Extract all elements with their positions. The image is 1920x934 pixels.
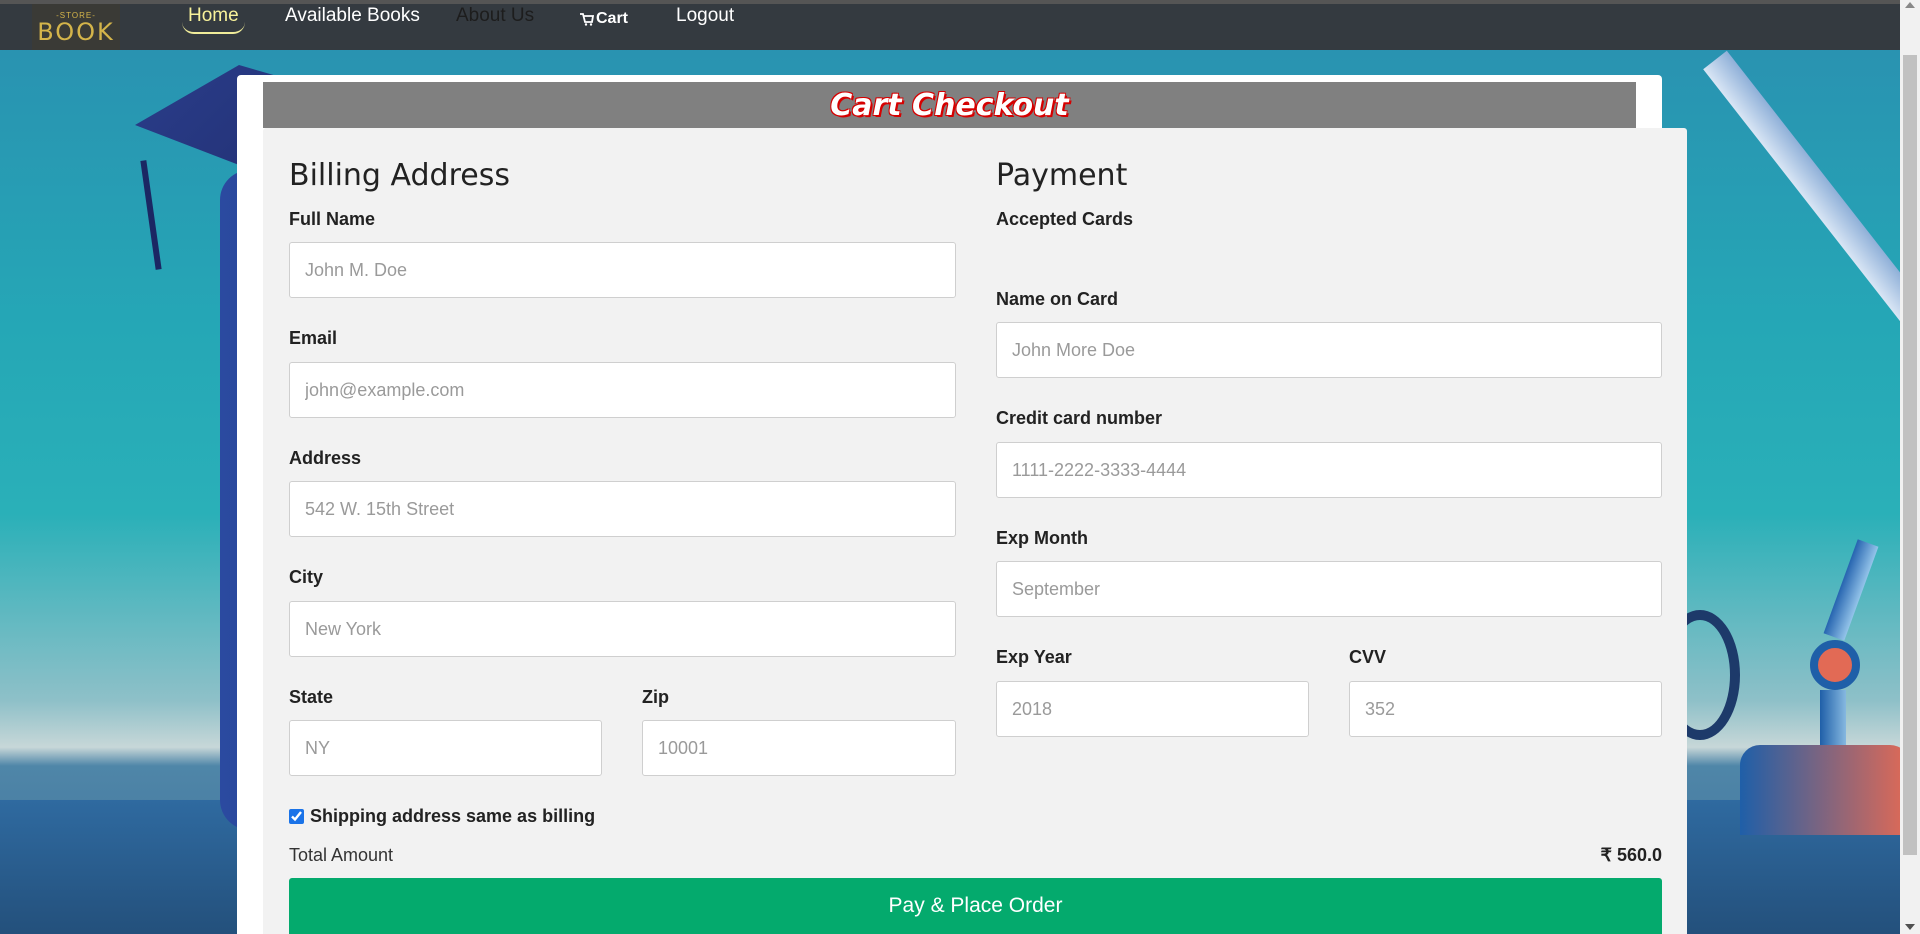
card-number-label: Credit card number [996,408,1163,428]
name-on-card-label: Name on Card [996,289,1119,309]
cvv-label: CVV [1349,647,1387,667]
cart-icon [580,12,594,26]
pay-place-order-button[interactable]: Pay & Place Order [289,878,1662,934]
page-title: Cart Checkout [830,87,1069,123]
shipping-same-checkbox[interactable] [289,809,304,824]
state-label: State [289,687,334,707]
card-number-input[interactable] [996,442,1662,498]
background-lamp-joint [1810,640,1860,690]
city-input[interactable] [289,601,956,657]
exp-month-label: Exp Month [996,528,1088,548]
email-input[interactable] [289,362,956,418]
brand-logo[interactable]: -STORE- BOOK [32,4,120,50]
top-navbar: -STORE- BOOK Home Available Books About … [0,0,1900,50]
nav-logout[interactable]: Logout [676,4,734,34]
full-name-input[interactable] [289,242,956,298]
background-tassel [140,160,162,270]
exp-month-input[interactable] [996,561,1662,617]
nav-about-us[interactable]: About Us [456,4,534,34]
billing-title: Billing Address [289,158,510,193]
nav-available-books[interactable]: Available Books [285,4,420,34]
background-lamp-pole-upper [1823,539,1879,641]
shipping-same-label: Shipping address same as billing [310,806,596,826]
address-input[interactable] [289,481,956,537]
name-on-card-input[interactable] [996,322,1662,378]
full-name-label: Full Name [289,209,376,229]
payment-title: Payment [996,158,1128,193]
address-label: Address [289,448,362,468]
exp-year-label: Exp Year [996,647,1072,667]
nav-cart[interactable]: Cart [580,4,628,34]
background-lamp-arm [1703,50,1900,353]
state-input[interactable] [289,720,602,776]
total-amount-value: ₹ 560.0 [1600,845,1663,865]
accepted-cards-label: Accepted Cards [996,209,1134,229]
shipping-same-row[interactable]: Shipping address same as billing [289,806,595,827]
nav-home[interactable]: Home [182,4,245,34]
page-scrollbar[interactable] [1900,0,1920,934]
email-label: Email [289,328,338,348]
total-amount-label: Total Amount [289,845,394,865]
scrollbar-thumb[interactable] [1903,55,1917,855]
scroll-up-arrow-icon[interactable] [1905,2,1915,8]
exp-year-input[interactable] [996,681,1309,737]
background-lamp-base [1740,745,1900,835]
zip-label: Zip [642,687,669,707]
scroll-down-arrow-icon[interactable] [1905,924,1915,930]
nav-cart-label: Cart [596,10,629,27]
city-label: City [289,567,324,587]
zip-input[interactable] [642,720,956,776]
brand-logo-main: BOOK [37,17,115,46]
cvv-input[interactable] [1349,681,1662,737]
checkout-header: Cart Checkout [263,82,1636,128]
